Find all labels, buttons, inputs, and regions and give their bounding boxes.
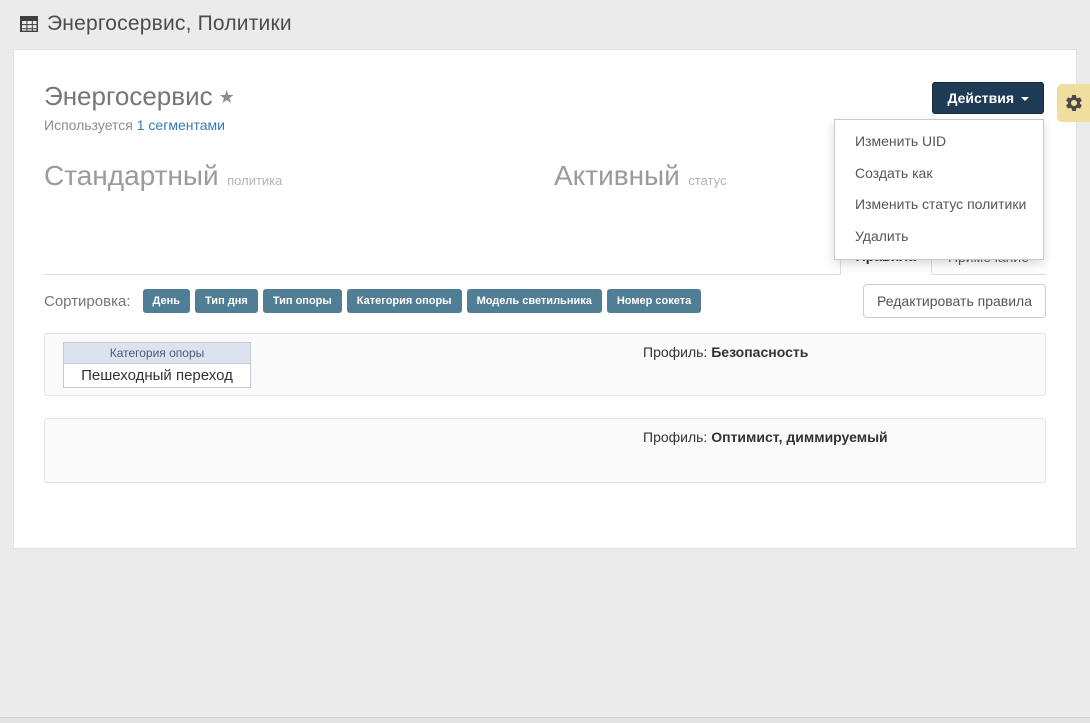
app-header: Энергосервис, Политики	[0, 0, 1090, 46]
actions-button-label: Действия	[947, 90, 1014, 106]
policy-value: Стандартный	[44, 160, 219, 191]
condition-table: Категория опоры Пешеходный переход	[63, 342, 251, 388]
footer	[0, 717, 1090, 723]
menu-item-change-uid[interactable]: Изменить UID	[835, 126, 1043, 158]
rule-profile: Профиль: Оптимист, диммируемый	[643, 429, 888, 445]
sort-button-pole-category[interactable]: Категория опоры	[347, 289, 462, 313]
actions-button[interactable]: Действия	[932, 82, 1044, 114]
table-icon	[18, 13, 40, 35]
actions-dropdown-menu: Изменить UID Создать как Изменить статус…	[834, 119, 1044, 260]
policy-name: Энергосервис	[44, 81, 213, 111]
menu-item-create-as[interactable]: Создать как	[835, 158, 1043, 190]
rules-toolbar: Сортировка: День Тип дня Тип опоры Катег…	[44, 284, 1046, 318]
policy-panel: Энергосервис★ Используется 1 сегментами …	[13, 49, 1077, 549]
title-row: Энергосервис★ Используется 1 сегментами …	[44, 81, 1046, 133]
caret-down-icon	[1021, 97, 1029, 101]
favorite-star-icon[interactable]: ★	[219, 87, 235, 107]
segments-link[interactable]: 1 сегментами	[137, 117, 225, 133]
condition-header: Категория опоры	[64, 343, 251, 364]
sort-button-socket-number[interactable]: Номер сокета	[607, 289, 701, 313]
rule-card-1: Категория опоры Пешеходный переход Профи…	[44, 333, 1046, 396]
sorting-label: Сортировка:	[44, 293, 131, 310]
sort-button-luminaire-model[interactable]: Модель светильника	[467, 289, 602, 313]
condition-value: Пешеходный переход	[64, 364, 251, 388]
profile-label: Профиль:	[643, 344, 707, 360]
profile-value: Безопасность	[711, 344, 808, 360]
rule-profile: Профиль: Безопасность	[643, 344, 808, 360]
rule-card-2: Профиль: Оптимист, диммируемый	[44, 418, 1046, 483]
edit-rules-button[interactable]: Редактировать правила	[863, 284, 1046, 318]
gear-icon	[1064, 93, 1084, 113]
sort-button-pole-type[interactable]: Тип опоры	[263, 289, 342, 313]
status-label: статус	[688, 173, 726, 188]
policy-meta: Стандартный политика	[44, 160, 545, 238]
page-title: Энергосервис, Политики	[47, 12, 292, 36]
sort-button-day-type[interactable]: Тип дня	[195, 289, 258, 313]
page: Энергосервис, Политики Энергосервис ★ Исп…	[0, 0, 1090, 723]
status-value: Активный	[554, 160, 680, 191]
menu-item-change-policy-status[interactable]: Изменить статус политики	[835, 189, 1043, 221]
sort-button-day[interactable]: День	[143, 289, 191, 313]
settings-gear-button[interactable]	[1057, 84, 1090, 122]
usage-prefix: Используется	[44, 117, 133, 133]
profile-label: Профиль:	[643, 429, 707, 445]
menu-item-delete[interactable]: Удалить	[835, 221, 1043, 253]
policy-label: политика	[227, 173, 282, 188]
profile-value: Оптимист, диммируемый	[711, 429, 887, 445]
